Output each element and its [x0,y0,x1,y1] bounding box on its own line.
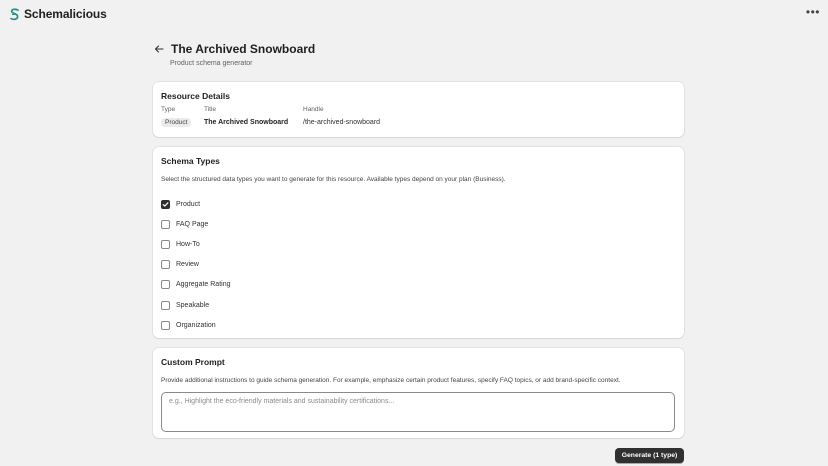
schema-type-checklist: Product FAQ Page How-To Review Aggregate… [161,194,676,335]
arrow-left-icon[interactable] [153,43,165,55]
resource-handle-field: Handle /the-archived-snowboard [303,106,453,128]
schema-option-label: Organization [176,321,216,329]
checkbox[interactable] [161,219,170,229]
generate-button[interactable]: Generate (1 type) [615,448,684,463]
schema-types-description: Select the structured data types you wan… [161,176,506,183]
page-title: The Archived Snowboard [171,42,316,56]
schema-option-label: Review [176,261,199,269]
checkbox[interactable] [161,300,170,310]
page-subtitle: Product schema generator [170,60,253,67]
schema-option-label: Speakable [176,301,210,309]
schema-option-speakable[interactable]: Speakable [161,295,676,315]
schemalicious-logo-icon [9,7,20,21]
resource-handle-value: /the-archived-snowboard [303,119,381,126]
schema-option-aggregate-rating[interactable]: Aggregate Rating [161,275,676,295]
resource-details-card: Resource Details Type Product Title The … [153,82,684,137]
resource-title-field: Title The Archived Snowboard [204,106,303,128]
app-name: Schemalicious [24,7,107,21]
checkbox[interactable] [161,280,170,290]
custom-prompt-heading: Custom Prompt [161,357,225,367]
custom-prompt-card: Custom Prompt Provide additional instruc… [153,348,684,438]
schema-option-label: Product [176,200,201,208]
resource-details-heading: Resource Details [161,91,230,101]
resource-type-label: Type [161,106,176,113]
schema-option-faq-page[interactable]: FAQ Page [161,214,676,234]
more-horizontal-icon[interactable]: ••• [806,6,820,22]
schema-option-label: How-To [176,240,200,248]
resource-title-label: Title [204,106,217,113]
schema-option-label: Aggregate Rating [176,281,231,289]
schema-types-heading: Schema Types [161,156,220,166]
schema-types-card: Schema Types Select the structured data … [153,147,684,338]
schema-option-organization[interactable]: Organization [161,315,676,335]
resource-type-field: Type Product [161,106,204,128]
schema-option-how-to[interactable]: How-To [161,234,676,254]
checkbox[interactable] [161,239,170,249]
app-brand[interactable]: Schemalicious [9,7,107,21]
resource-type-badge: Product [161,118,192,127]
custom-prompt-input[interactable] [161,392,675,432]
resource-handle-label: Handle [303,106,324,113]
schema-option-label: FAQ Page [176,220,209,228]
resource-title-value: The Archived Snowboard [204,119,289,126]
checkbox[interactable] [161,199,170,209]
schema-option-review[interactable]: Review [161,255,676,275]
schema-option-product[interactable]: Product [161,194,676,214]
checkbox[interactable] [161,320,170,330]
checkbox[interactable] [161,260,170,270]
top-bar: Schemalicious ••• [0,0,828,28]
custom-prompt-description: Provide additional instructions to guide… [161,377,621,384]
page-header: The Archived Snowboard Product schema ge… [153,42,684,67]
